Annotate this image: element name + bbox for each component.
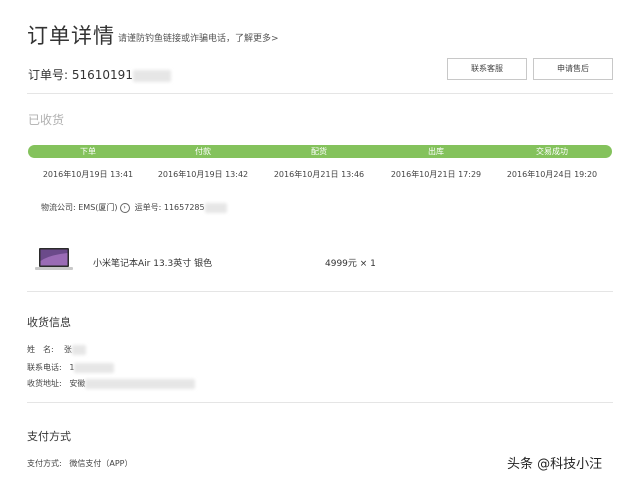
step-label-done: 交易成功 xyxy=(512,145,592,158)
contact-service-button[interactable]: 联系客服 xyxy=(447,58,527,80)
recipient-name-label: 姓 名: xyxy=(27,345,54,354)
step-time-done: 2016年10月24日 19:20 xyxy=(492,169,612,180)
tracking-label: 运单号: xyxy=(135,203,162,212)
phishing-warning[interactable]: 请谨防钓鱼链接或诈骗电话，了解更多> xyxy=(118,31,279,44)
step-label-pick: 配货 xyxy=(279,145,359,158)
order-number-value: 51610191 xyxy=(72,68,133,82)
payment-method-label: 支付方式: xyxy=(27,459,62,468)
step-label-order: 下单 xyxy=(48,145,128,158)
order-status: 已收货 xyxy=(28,111,64,128)
recipient-name-value: 张 xyxy=(64,345,72,354)
step-label-ship: 出库 xyxy=(396,145,476,158)
page-title: 订单详情 xyxy=(27,20,115,50)
redacted-blur xyxy=(74,363,114,373)
redacted-blur xyxy=(205,203,227,213)
apply-aftersale-button[interactable]: 申请售后 xyxy=(533,58,613,80)
recipient-name-row: 姓 名: 张 xyxy=(27,344,86,355)
order-number-label: 订单号: xyxy=(28,68,68,82)
redacted-blur xyxy=(133,70,171,82)
redacted-blur xyxy=(72,345,86,355)
recipient-address-label: 收货地址: xyxy=(27,379,62,388)
recipient-phone-label: 联系电话: xyxy=(27,363,62,372)
product-name[interactable]: 小米笔记本Air 13.3英寸 银色 xyxy=(93,256,212,269)
watermark: 头条 @科技小汪 xyxy=(507,453,602,472)
tracking-number: 11657285 xyxy=(164,203,205,212)
step-time-order: 2016年10月19日 13:41 xyxy=(28,169,148,180)
step-time-ship: 2016年10月21日 17:29 xyxy=(376,169,496,180)
step-time-pick: 2016年10月21日 13:46 xyxy=(259,169,379,180)
divider xyxy=(27,402,613,403)
step-time-pay: 2016年10月19日 13:42 xyxy=(143,169,263,180)
shipping-section-title: 收货信息 xyxy=(27,314,71,330)
laptop-product-image[interactable] xyxy=(35,247,73,271)
payment-section-title: 支付方式 xyxy=(27,428,71,444)
product-price: 4999元 × 1 xyxy=(325,256,376,269)
recipient-phone-row: 联系电话: 1 xyxy=(27,362,114,373)
arrow-right-circle-icon[interactable]: › xyxy=(120,203,130,213)
learn-more-link[interactable]: 请谨防钓鱼链接或诈骗电话，了解更多> xyxy=(118,34,279,44)
divider xyxy=(27,291,613,292)
payment-method-value: 微信支付（APP） xyxy=(69,459,132,468)
recipient-address-row: 收货地址: 安徽 xyxy=(27,378,195,389)
step-label-pay: 付款 xyxy=(163,145,243,158)
logistics-company[interactable]: EMS(厦门) xyxy=(78,203,117,212)
order-number: 订单号: 51610191 xyxy=(28,66,171,83)
redacted-blur xyxy=(85,379,195,389)
payment-method-row: 支付方式: 微信支付（APP） xyxy=(27,458,132,469)
divider xyxy=(27,93,613,94)
logistics-info: 物流公司: EMS(厦门)› 运单号: 11657285 xyxy=(41,202,227,213)
logistics-company-label: 物流公司: xyxy=(41,203,76,212)
recipient-address-value: 安徽 xyxy=(69,379,85,388)
